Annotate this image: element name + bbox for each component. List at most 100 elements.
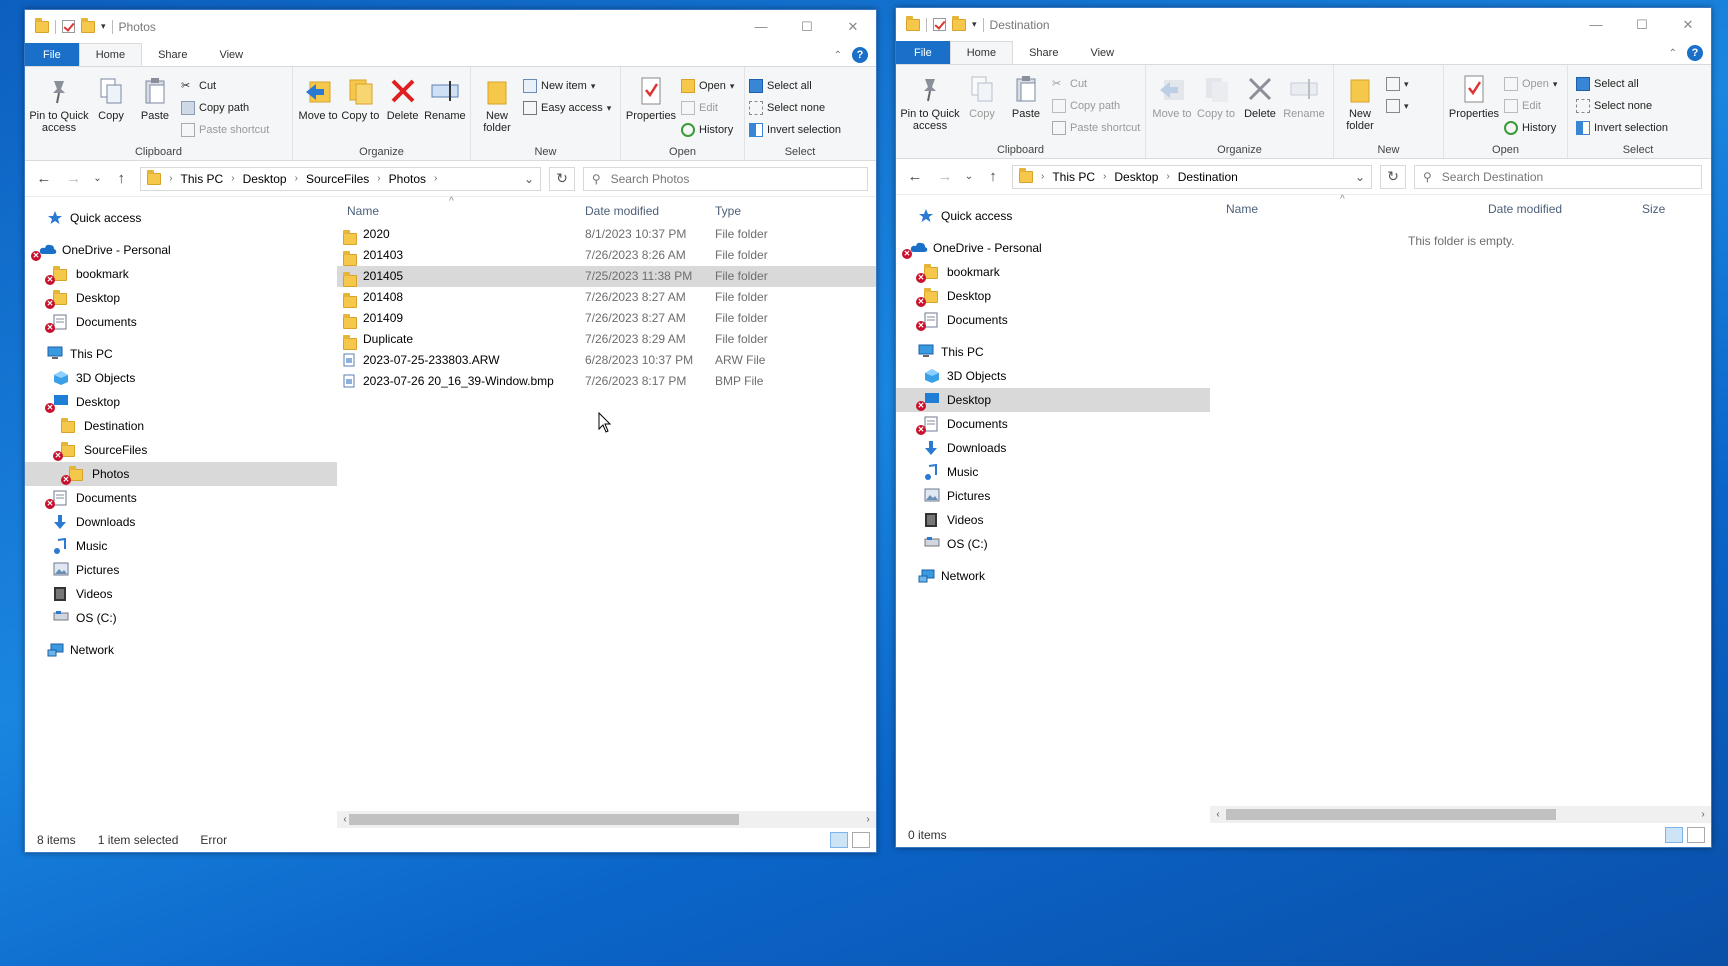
customize-dropdown-icon[interactable]: ▾ — [101, 21, 106, 32]
close-button[interactable]: ✕ — [830, 10, 876, 43]
tab-file[interactable]: File — [25, 43, 79, 66]
tab-view[interactable]: View — [1074, 41, 1130, 64]
file-row[interactable]: 201405 7/25/2023 11:38 PM File folder — [337, 266, 876, 287]
forward-arrow-icon[interactable]: → — [934, 168, 956, 185]
nav-item[interactable]: Quick access — [896, 204, 1210, 228]
help-icon[interactable]: ? — [1687, 45, 1703, 61]
recent-locations-icon[interactable]: ⌄ — [964, 171, 974, 182]
edit-button[interactable]: Edit — [1504, 97, 1557, 115]
easy-access-button[interactable]: Easy access ▾ — [523, 99, 611, 117]
easy-access-button[interactable]: ▾ — [1386, 97, 1409, 115]
nav-item[interactable]: ✕ Documents — [25, 486, 337, 510]
horizontal-scrollbar[interactable]: ‹ › — [337, 811, 876, 828]
column-name[interactable]: Name — [347, 204, 379, 218]
column-size[interactable]: Size — [1642, 202, 1665, 216]
search-input[interactable]: ⚲ Search Destination — [1414, 164, 1702, 189]
tab-home[interactable]: Home — [78, 43, 143, 66]
nav-item[interactable]: ✕ Documents — [896, 308, 1210, 332]
back-arrow-icon[interactable]: ← — [904, 168, 926, 185]
column-type[interactable]: Type — [715, 204, 741, 218]
breadcrumb-item[interactable]: This PC — [1052, 170, 1095, 184]
file-row[interactable]: Duplicate 7/26/2023 8:29 AM File folder — [337, 329, 876, 350]
history-button[interactable]: History — [681, 121, 734, 139]
large-icons-view-icon[interactable] — [852, 832, 870, 848]
breadcrumb[interactable]: › This PC › Desktop › Destination ⌄ — [1012, 164, 1372, 189]
nav-item[interactable]: Videos — [896, 508, 1210, 532]
open-button[interactable]: Open ▾ — [1504, 75, 1557, 93]
large-icons-view-icon[interactable] — [1687, 827, 1705, 843]
properties-check-icon[interactable] — [933, 18, 946, 31]
refresh-button[interactable]: ↻ — [549, 166, 575, 191]
nav-item[interactable]: Pictures — [896, 484, 1210, 508]
column-name[interactable]: Name — [1226, 202, 1258, 216]
column-date-modified[interactable]: Date modified — [1488, 202, 1562, 216]
new-folder-icon[interactable] — [952, 15, 966, 31]
nav-item[interactable]: OS (C:) — [896, 532, 1210, 556]
scroll-right-arrow-icon[interactable]: › — [860, 811, 876, 828]
nav-item[interactable]: ✕ OneDrive - Personal — [896, 236, 1210, 260]
invert-selection-button[interactable]: Invert selection — [1576, 119, 1668, 137]
file-row[interactable]: 2020 8/1/2023 10:37 PM File folder — [337, 224, 876, 245]
file-row[interactable]: 2023-07-26 20_16_39-Window.bmp 7/26/2023 … — [337, 371, 876, 392]
tab-view[interactable]: View — [203, 43, 259, 66]
tab-share[interactable]: Share — [142, 43, 203, 66]
paste-shortcut-button[interactable]: Paste shortcut — [1052, 119, 1140, 137]
nav-item[interactable]: ✕ bookmark — [25, 262, 337, 286]
properties-check-icon[interactable] — [62, 20, 75, 33]
minimize-button[interactable]: — — [1573, 8, 1619, 41]
collapse-ribbon-icon[interactable]: ⌃ — [1669, 48, 1677, 59]
breadcrumb[interactable]: › This PC › Desktop › SourceFiles › Phot… — [140, 166, 542, 191]
refresh-button[interactable]: ↻ — [1380, 164, 1406, 189]
help-icon[interactable]: ? — [852, 47, 868, 63]
edit-button[interactable]: Edit — [681, 99, 734, 117]
nav-item[interactable]: 3D Objects — [25, 366, 337, 390]
details-view-icon[interactable] — [1665, 827, 1683, 843]
nav-item[interactable]: Network — [896, 564, 1210, 588]
breadcrumb-item[interactable]: Desktop — [1114, 170, 1158, 184]
breadcrumb-item[interactable]: Photos — [389, 172, 426, 186]
chevron-down-icon[interactable]: ⌄ — [1355, 170, 1365, 184]
scrollbar-thumb[interactable] — [349, 814, 739, 825]
nav-item[interactable]: This PC — [896, 340, 1210, 364]
file-row[interactable]: 2023-07-25-233803.ARW 6/28/2023 10:37 PM A… — [337, 350, 876, 371]
tab-home[interactable]: Home — [949, 41, 1014, 64]
select-all-button[interactable]: Select all — [749, 77, 841, 95]
forward-arrow-icon[interactable]: → — [63, 170, 85, 187]
up-arrow-icon[interactable]: ↑ — [982, 168, 1004, 185]
nav-item[interactable]: Downloads — [25, 510, 337, 534]
horizontal-scrollbar[interactable]: ‹ › — [1210, 806, 1711, 823]
recent-locations-icon[interactable]: ⌄ — [93, 173, 103, 184]
nav-item[interactable]: ✕ SourceFiles — [25, 438, 337, 462]
nav-item[interactable]: 3D Objects — [896, 364, 1210, 388]
nav-item[interactable]: ✕ Desktop — [25, 286, 337, 310]
nav-item[interactable]: Videos — [25, 582, 337, 606]
copy-path-button[interactable]: Copy path — [1052, 97, 1140, 115]
details-view-icon[interactable] — [830, 832, 848, 848]
tab-file[interactable]: File — [896, 41, 950, 64]
column-date-modified[interactable]: Date modified — [585, 204, 659, 218]
chevron-down-icon[interactable]: ⌄ — [524, 172, 534, 186]
cut-button[interactable]: ✂ Cut — [1052, 75, 1140, 93]
nav-item[interactable]: ✕ Desktop — [25, 390, 337, 414]
collapse-ribbon-icon[interactable]: ⌃ — [834, 50, 842, 61]
file-row[interactable]: 201408 7/26/2023 8:27 AM File folder — [337, 287, 876, 308]
nav-item[interactable]: Music — [25, 534, 337, 558]
back-arrow-icon[interactable]: ← — [33, 170, 55, 187]
nav-item[interactable]: ✕ Documents — [896, 412, 1210, 436]
nav-item[interactable]: Quick access — [25, 206, 337, 230]
nav-item[interactable]: OS (C:) — [25, 606, 337, 630]
nav-item[interactable]: ✕ Desktop — [896, 388, 1210, 412]
nav-item[interactable]: Music — [896, 460, 1210, 484]
scroll-left-arrow-icon[interactable]: ‹ — [1210, 806, 1226, 823]
breadcrumb-item[interactable]: SourceFiles — [306, 172, 369, 186]
nav-item[interactable]: ✕ OneDrive - Personal — [25, 238, 337, 262]
select-all-button[interactable]: Select all — [1576, 75, 1668, 93]
new-folder-icon[interactable] — [81, 17, 95, 33]
nav-item[interactable]: Network — [25, 638, 337, 662]
select-none-button[interactable]: Select none — [1576, 97, 1668, 115]
nav-item[interactable]: ✕ bookmark — [896, 260, 1210, 284]
maximize-button[interactable]: ☐ — [784, 10, 830, 43]
new-item-button[interactable]: ▾ — [1386, 75, 1409, 93]
history-button[interactable]: History — [1504, 119, 1557, 137]
file-row[interactable]: 201409 7/26/2023 8:27 AM File folder — [337, 308, 876, 329]
